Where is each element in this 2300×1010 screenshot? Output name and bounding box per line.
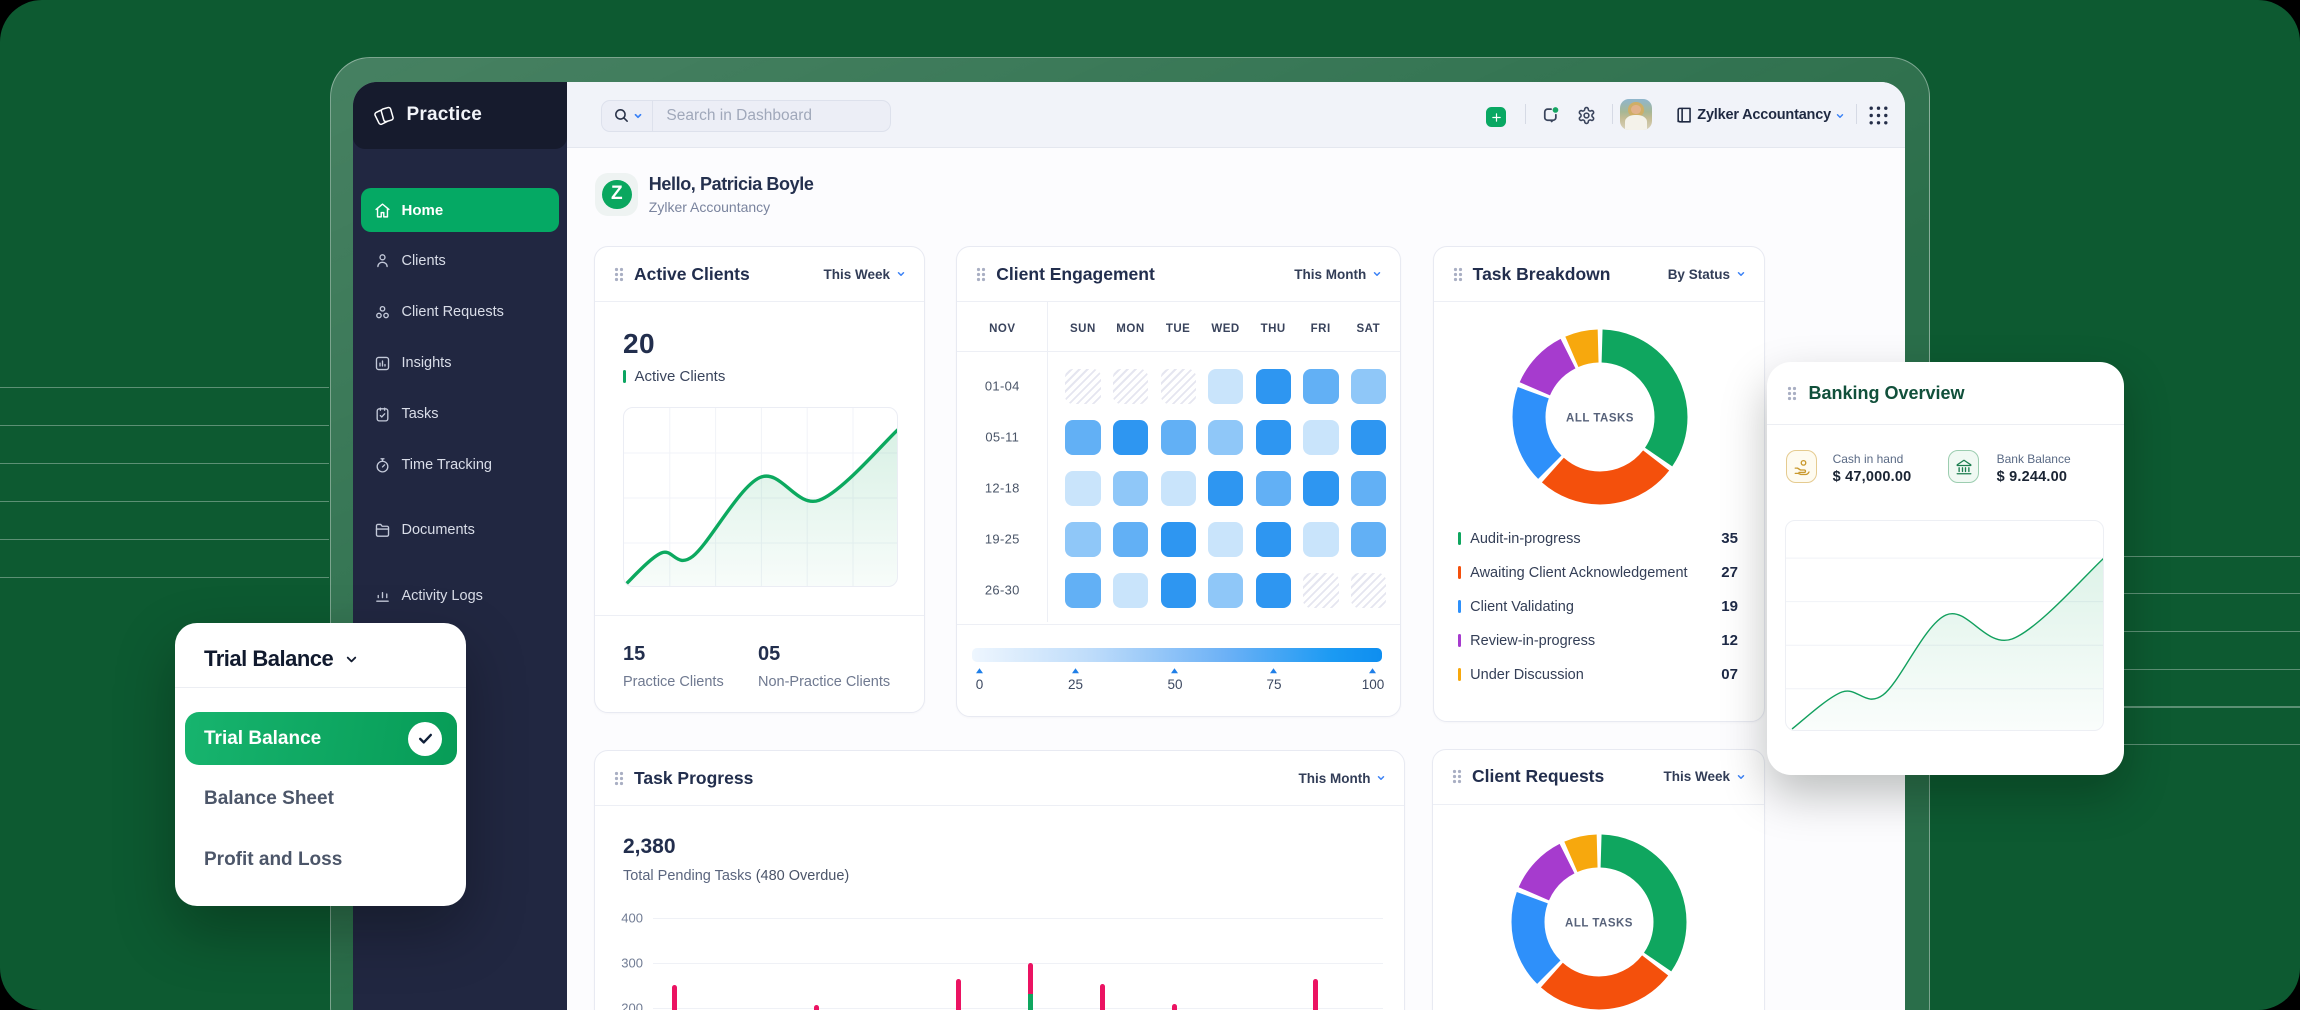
svg-text:ALL TASKS: ALL TASKS <box>1565 918 1633 930</box>
svg-text:ALL TASKS: ALL TASKS <box>1566 413 1634 425</box>
